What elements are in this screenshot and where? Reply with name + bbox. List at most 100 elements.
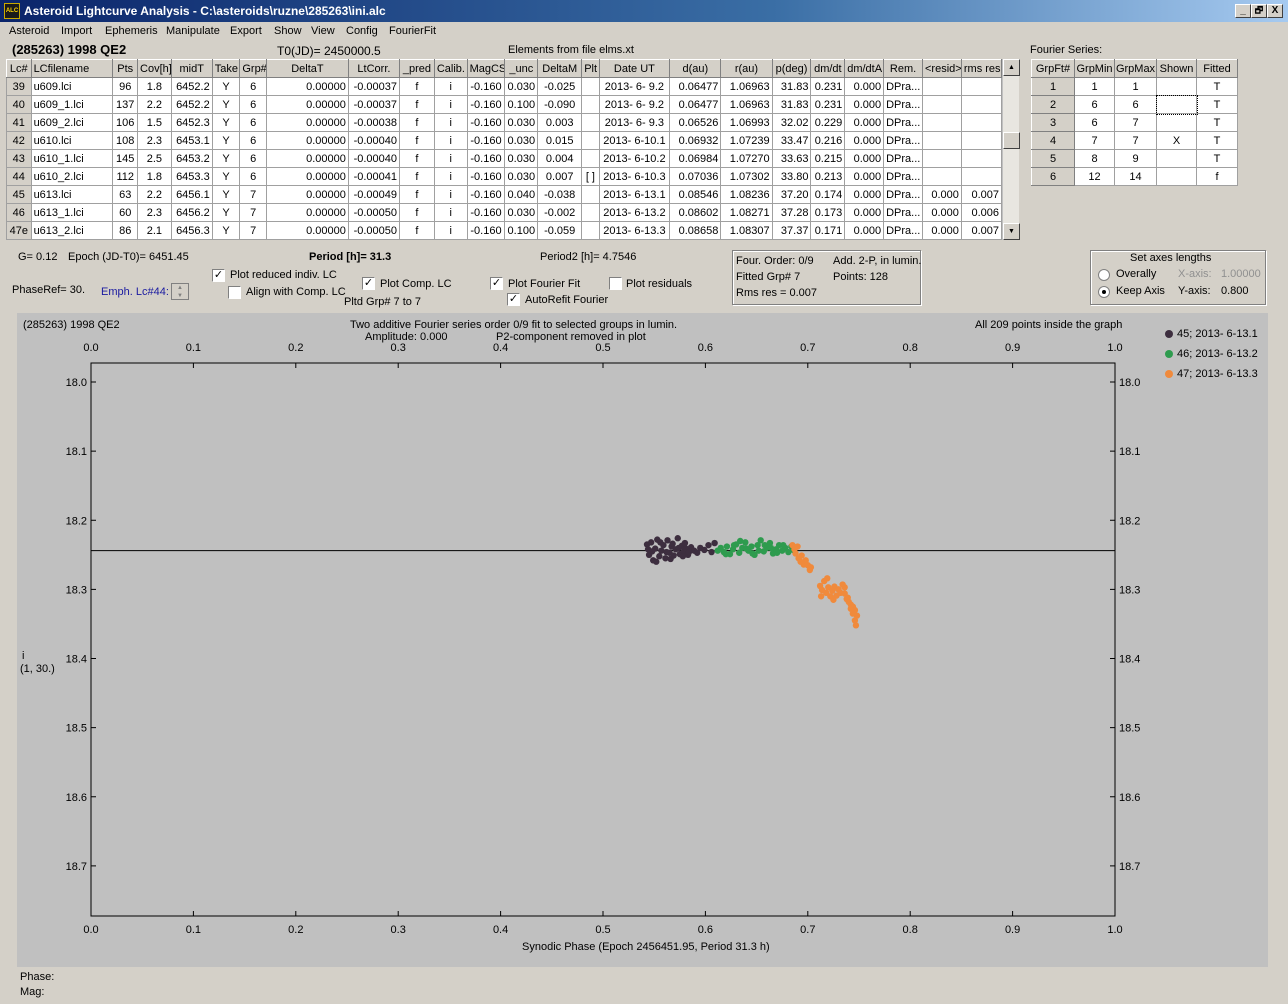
ff-cell[interactable]: T bbox=[1196, 113, 1238, 132]
table-cell[interactable]: 0.000 bbox=[844, 95, 885, 114]
table-cell[interactable]: 6 bbox=[239, 149, 267, 168]
table-cell[interactable]: 33.63 bbox=[771, 149, 812, 168]
table-cell[interactable]: i bbox=[433, 221, 468, 240]
table-cell[interactable]: f bbox=[399, 185, 435, 204]
table-cell[interactable]: 6452.2 bbox=[170, 95, 213, 114]
table-cell[interactable]: f bbox=[399, 131, 435, 150]
table-cell[interactable] bbox=[922, 77, 962, 96]
table-cell[interactable]: 1.5 bbox=[137, 113, 172, 132]
table-cell[interactable]: u613_1.lci bbox=[30, 203, 114, 222]
table-cell[interactable]: u609_2.lci bbox=[30, 113, 114, 132]
align-checkbox[interactable] bbox=[228, 286, 241, 299]
table-row[interactable]: 42 u610.lci 108 2.3 6453.1 Y 6 0.00000 -0.00040 f… bbox=[6, 131, 1003, 150]
col-header[interactable]: Lc# bbox=[6, 59, 32, 78]
table-cell[interactable]: 0.07036 bbox=[669, 167, 722, 186]
table-cell[interactable]: 2013- 6-13.3 bbox=[598, 221, 671, 240]
ff-cell[interactable]: X bbox=[1156, 131, 1197, 150]
table-cell[interactable] bbox=[960, 95, 1003, 114]
table-cell[interactable]: f bbox=[399, 167, 435, 186]
lightcurve-chart[interactable]: 0.0 0.0 0.1 0.1 0.2 0.2 0.3 0.3 0.4 0.4 0.5 0.5 0.6 0… bbox=[17, 313, 1268, 967]
table-cell[interactable]: i bbox=[433, 167, 468, 186]
table-cell[interactable]: u609.lci bbox=[30, 77, 114, 96]
col-header[interactable]: Cov[h] bbox=[137, 59, 172, 78]
row-header[interactable]: 43 bbox=[6, 149, 32, 168]
table-cell[interactable] bbox=[581, 149, 600, 168]
table-cell[interactable]: 6 bbox=[239, 131, 267, 150]
table-cell[interactable]: 1.08236 bbox=[720, 185, 773, 204]
table-cell[interactable]: 0.08546 bbox=[669, 185, 722, 204]
ff-cell[interactable]: 7 bbox=[1074, 131, 1115, 150]
table-cell[interactable]: 6453.1 bbox=[170, 131, 213, 150]
table-cell[interactable]: i bbox=[433, 77, 468, 96]
table-cell[interactable]: 1.8 bbox=[137, 167, 172, 186]
table-cell[interactable]: 0.000 bbox=[844, 131, 885, 150]
col-header[interactable]: r(au) bbox=[720, 59, 773, 78]
table-cell[interactable]: 6 bbox=[239, 77, 267, 96]
table-cell[interactable]: 2013- 6- 9.3 bbox=[598, 113, 671, 132]
table-cell[interactable] bbox=[960, 113, 1003, 132]
table-cell[interactable]: 112 bbox=[112, 167, 139, 186]
table-cell[interactable]: 2.1 bbox=[137, 221, 172, 240]
col-header[interactable]: LtCorr. bbox=[347, 59, 401, 78]
scroll-thumb[interactable] bbox=[1003, 132, 1020, 149]
plot-fourier-checkbox[interactable]: ✓ bbox=[490, 277, 503, 290]
table-cell[interactable] bbox=[922, 149, 962, 168]
table-cell[interactable]: 63 bbox=[112, 185, 139, 204]
table-cell[interactable]: 1.07239 bbox=[720, 131, 773, 150]
table-cell[interactable]: 0.06477 bbox=[669, 77, 722, 96]
period2-label[interactable]: Period2 [h]= 4.7546 bbox=[540, 251, 636, 263]
col-header[interactable]: Calib. bbox=[433, 59, 468, 78]
table-cell[interactable]: -0.00037 bbox=[347, 77, 401, 96]
table-cell[interactable] bbox=[581, 221, 600, 240]
ff-row-header[interactable]: 1 bbox=[1031, 77, 1075, 96]
table-cell[interactable]: -0.160 bbox=[466, 167, 506, 186]
table-row[interactable]: 45 u613.lci 63 2.2 6456.1 Y 7 0.00000 -0.00049 f i… bbox=[6, 185, 1003, 204]
table-row[interactable]: 47e u613_2.lci 86 2.1 6456.3 Y 7 0.00000 -0.0005… bbox=[6, 221, 1003, 240]
table-cell[interactable]: 1.08271 bbox=[720, 203, 773, 222]
table-cell[interactable]: -0.160 bbox=[466, 131, 506, 150]
table-cell[interactable]: 0.007 bbox=[960, 185, 1003, 204]
table-cell[interactable] bbox=[581, 203, 600, 222]
ff-row-header[interactable]: 3 bbox=[1031, 113, 1075, 132]
col-header[interactable]: Rem. bbox=[883, 59, 923, 78]
table-cell[interactable]: i bbox=[433, 149, 468, 168]
table-cell[interactable]: u610_1.lci bbox=[30, 149, 114, 168]
table-cell[interactable]: 2013- 6-10.2 bbox=[598, 149, 671, 168]
table-cell[interactable]: 0.213 bbox=[810, 167, 846, 186]
ff-cell[interactable]: 7 bbox=[1114, 113, 1157, 132]
table-cell[interactable]: Y bbox=[211, 149, 241, 168]
col-header[interactable]: Take bbox=[211, 59, 241, 78]
table-row[interactable]: 44 u610_2.lci 112 1.8 6453.3 Y 6 0.00000 -0.0004… bbox=[6, 167, 1003, 186]
table-row[interactable]: 40 u609_1.lci 137 2.2 6452.2 Y 6 0.00000 -0.0003… bbox=[6, 95, 1003, 114]
table-cell[interactable]: 2.2 bbox=[137, 185, 172, 204]
table-cell[interactable]: 0.003 bbox=[537, 113, 583, 132]
table-cell[interactable]: 0.00000 bbox=[265, 77, 349, 96]
table-cell[interactable]: u610_2.lci bbox=[30, 167, 114, 186]
table-cell[interactable]: 33.80 bbox=[771, 167, 812, 186]
spin-down-icon[interactable]: ▼ bbox=[172, 292, 188, 300]
table-row[interactable]: 43 u610_1.lci 145 2.5 6453.2 Y 6 0.00000 -0.0004… bbox=[6, 149, 1003, 168]
table-cell[interactable]: DPra... bbox=[883, 77, 923, 96]
table-cell[interactable]: -0.025 bbox=[537, 77, 583, 96]
table-cell[interactable] bbox=[922, 95, 962, 114]
table-cell[interactable]: 0.000 bbox=[844, 185, 885, 204]
ff-cell[interactable]: 1 bbox=[1114, 77, 1157, 96]
table-cell[interactable]: 0.171 bbox=[810, 221, 846, 240]
table-cell[interactable]: 0.040 bbox=[504, 185, 539, 204]
ff-cell[interactable]: 1 bbox=[1074, 77, 1115, 96]
table-cell[interactable]: 0.229 bbox=[810, 113, 846, 132]
ff-row[interactable]: 111T bbox=[1031, 77, 1238, 96]
ff-cell[interactable]: f bbox=[1196, 167, 1238, 186]
table-cell[interactable]: -0.00041 bbox=[347, 167, 401, 186]
table-cell[interactable]: 7 bbox=[239, 185, 267, 204]
table-cell[interactable]: 37.20 bbox=[771, 185, 812, 204]
table-cell[interactable]: -0.002 bbox=[537, 203, 583, 222]
table-cell[interactable]: 1.07270 bbox=[720, 149, 773, 168]
table-cell[interactable]: -0.160 bbox=[466, 149, 506, 168]
table-cell[interactable]: i bbox=[433, 131, 468, 150]
table-cell[interactable]: 2013- 6-13.1 bbox=[598, 185, 671, 204]
table-cell[interactable]: 6456.2 bbox=[170, 203, 213, 222]
autorefit-checkbox[interactable]: ✓ bbox=[507, 293, 520, 306]
table-cell[interactable]: -0.00037 bbox=[347, 95, 401, 114]
table-cell[interactable]: 6452.3 bbox=[170, 113, 213, 132]
